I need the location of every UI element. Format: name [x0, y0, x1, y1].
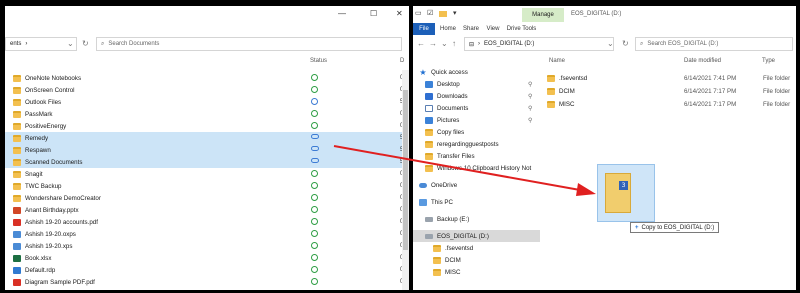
annotation-arrow [333, 145, 596, 196]
copy-tooltip: + Copy to EOS_DIGITAL (D:) [630, 222, 720, 233]
dragged-folder-icon [605, 173, 631, 213]
plus-icon: + [635, 224, 639, 231]
tooltip-text: Copy to EOS_DIGITAL (D:) [641, 224, 715, 231]
drag-count-badge: 3 [619, 181, 628, 190]
